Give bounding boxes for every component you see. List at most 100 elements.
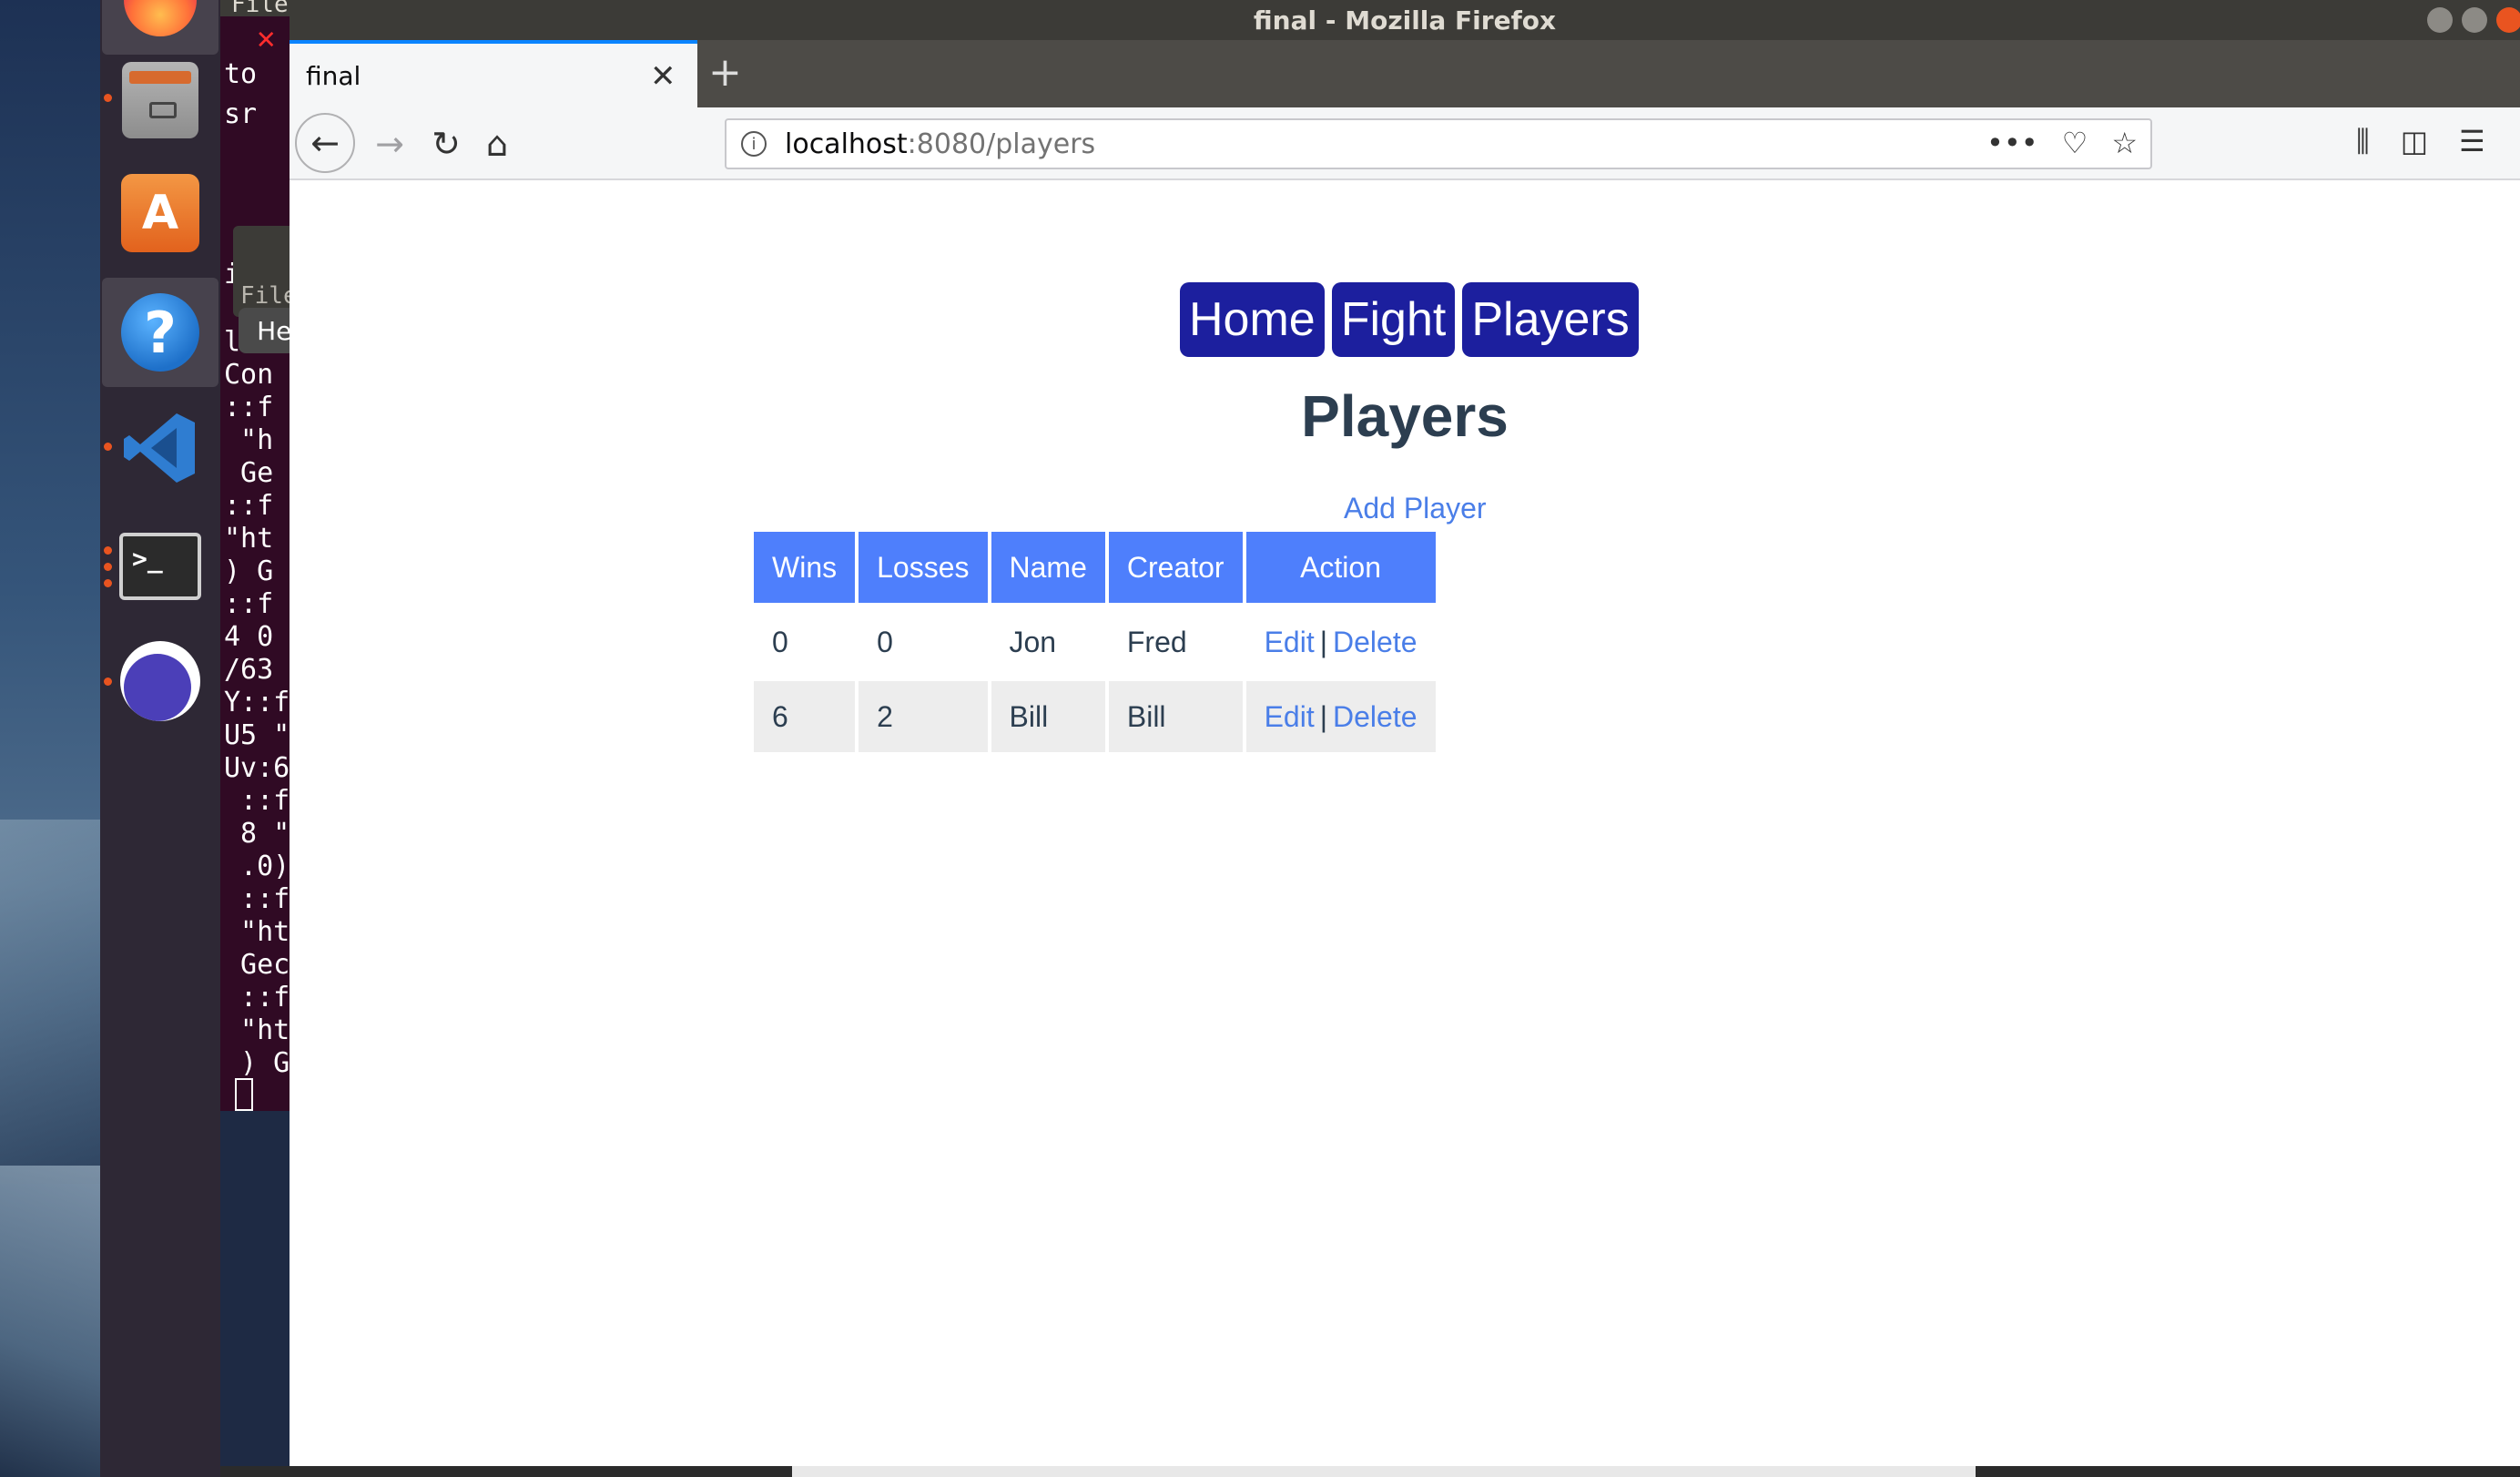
close-window-icon[interactable] — [2496, 7, 2520, 33]
new-tab-icon[interactable]: + — [708, 49, 742, 96]
col-wins: Wins — [754, 532, 856, 603]
pocket-icon[interactable]: ♡ — [2062, 126, 2088, 160]
terminal-line: Uv:6 — [224, 752, 290, 784]
col-creator: Creator — [1108, 532, 1243, 603]
eclipse-icon — [120, 641, 200, 721]
window-titlebar: final - Mozilla Firefox — [290, 0, 2520, 40]
delete-link[interactable]: Delete — [1333, 626, 1418, 658]
col-name: Name — [991, 532, 1105, 603]
terminal-line: Con — [224, 359, 274, 391]
cell-losses: 2 — [859, 681, 988, 752]
terminal-line: "ht — [224, 523, 274, 555]
dock-item-help[interactable]: ? — [102, 278, 218, 387]
nav-home-button[interactable]: Home — [1180, 282, 1325, 357]
terminal-line: "h — [224, 424, 274, 456]
cell-wins: 0 — [772, 625, 788, 658]
dock-item-vscode[interactable] — [102, 393, 218, 503]
page-content: Home Fight Players Players Add Player Wi… — [290, 180, 2520, 1466]
cell-name: Jon — [1009, 625, 1057, 658]
dock-item-terminal[interactable]: >_ — [102, 512, 218, 621]
edit-link[interactable]: Edit — [1265, 700, 1315, 733]
table-header-row: Wins Losses Name Creator Action — [754, 532, 1436, 603]
nav-players-button[interactable]: Players — [1462, 282, 1639, 357]
window-title: final - Mozilla Firefox — [1253, 5, 1557, 36]
desktop-wallpaper — [0, 0, 100, 1477]
tab-final[interactable]: final ✕ — [290, 40, 697, 107]
terminal-line: ::f — [224, 392, 274, 423]
terminal-line: ) G — [224, 1047, 290, 1079]
terminal-line: U5 " — [224, 719, 290, 751]
sidebar-icon[interactable]: ◫ — [2401, 124, 2428, 159]
cell-losses: 0 — [877, 625, 893, 658]
forward-icon[interactable]: → — [364, 118, 415, 169]
cell-name: Bill — [991, 681, 1105, 752]
page-actions-icon[interactable]: ••• — [1987, 126, 2038, 160]
back-icon[interactable]: ← — [295, 113, 355, 173]
bookmark-star-icon[interactable]: ☆ — [2111, 126, 2138, 160]
files-icon — [122, 62, 198, 138]
wallpaper-dune — [0, 820, 100, 1184]
terminal-file-label[interactable]: File — [240, 282, 293, 310]
terminal-file-menu: File — [233, 226, 293, 317]
edit-link[interactable]: Edit — [1265, 626, 1315, 658]
dock-item-eclipse[interactable] — [102, 626, 218, 736]
terminal-line: ::f — [224, 883, 290, 915]
home-icon[interactable]: ⌂ — [472, 118, 523, 169]
firefox-icon — [124, 0, 197, 36]
vscode-icon — [122, 410, 198, 486]
library-icon[interactable]: ⫼ — [2356, 124, 2370, 159]
nav-fight-button[interactable]: Fight — [1331, 282, 1456, 357]
dock-item-software[interactable]: A — [102, 158, 218, 268]
terminal-line: /63 — [224, 654, 274, 686]
tab-bar: final ✕ + — [290, 40, 2520, 107]
url-host: localhost — [785, 127, 908, 160]
tab-title: final — [306, 60, 361, 91]
close-tab-icon[interactable]: ✕ — [650, 58, 676, 95]
table-row: 6 2 Bill Bill Edit | Delete — [754, 681, 1436, 752]
terminal-icon: >_ — [119, 533, 201, 600]
maximize-icon[interactable] — [2462, 7, 2487, 33]
reload-icon[interactable]: ↻ — [421, 118, 472, 169]
url-bar[interactable]: i localhost:8080/players ••• ♡ ☆ — [725, 118, 2152, 169]
minimize-icon[interactable] — [2427, 7, 2453, 33]
dock-item-files[interactable] — [102, 46, 218, 155]
wallpaper-dune — [0, 1166, 100, 1477]
terminal-menu-file[interactable]: File — [231, 0, 289, 18]
bottom-panel-segment — [792, 1466, 1976, 1477]
terminal-line: .0) — [224, 851, 290, 882]
toolbar-right: ⫼ ◫ ☰ — [2356, 124, 2485, 159]
terminal-line: 8 " — [224, 818, 290, 850]
delete-link[interactable]: Delete — [1333, 700, 1418, 733]
terminal-line: Gec — [224, 949, 290, 981]
software-center-icon: A — [121, 174, 199, 252]
cell-creator: Bill — [1108, 681, 1243, 752]
terminal-line: Y::f — [224, 687, 290, 718]
terminal-line: Ge — [224, 457, 274, 489]
firefox-window: final - Mozilla Firefox final ✕ + ← → ↻ … — [290, 0, 2520, 1466]
terminal-line: ) G — [224, 555, 274, 587]
close-icon[interactable]: ✕ — [257, 20, 275, 56]
table-row: 0 0 Jon Fred Edit | Delete — [754, 606, 1436, 677]
terminal-cursor — [235, 1078, 253, 1111]
action-separator: | — [1319, 699, 1328, 733]
col-losses: Losses — [859, 532, 988, 603]
terminal-window[interactable]: File ✕ tosrilPaCon::f "h Ge::f"ht) G::f4… — [220, 0, 293, 1111]
add-player-link[interactable]: Add Player — [1344, 492, 1487, 525]
terminal-line: sr — [224, 98, 258, 130]
cell-action: Edit | Delete — [1245, 681, 1436, 752]
terminal-line: "ht — [224, 1014, 290, 1046]
menu-icon[interactable]: ☰ — [2459, 124, 2485, 159]
cell-wins: 6 — [754, 681, 856, 752]
players-table: Wins Losses Name Creator Action 0 0 Jon … — [750, 528, 1439, 756]
terminal-line: ::f — [224, 490, 274, 522]
page-title: Players — [1301, 383, 1509, 449]
terminal-line: to — [224, 58, 258, 90]
col-action: Action — [1245, 532, 1436, 603]
help-icon: ? — [121, 293, 199, 372]
url-actions: ••• ♡ ☆ — [1987, 126, 2138, 160]
nav-toolbar: ← → ↻ ⌂ i localhost:8080/players ••• ♡ ☆… — [290, 107, 2520, 180]
site-info-icon[interactable]: i — [741, 131, 767, 157]
action-separator: | — [1319, 625, 1328, 658]
top-nav: Home Fight Players — [1180, 282, 1639, 357]
dock: A ? >_ — [100, 0, 220, 1477]
